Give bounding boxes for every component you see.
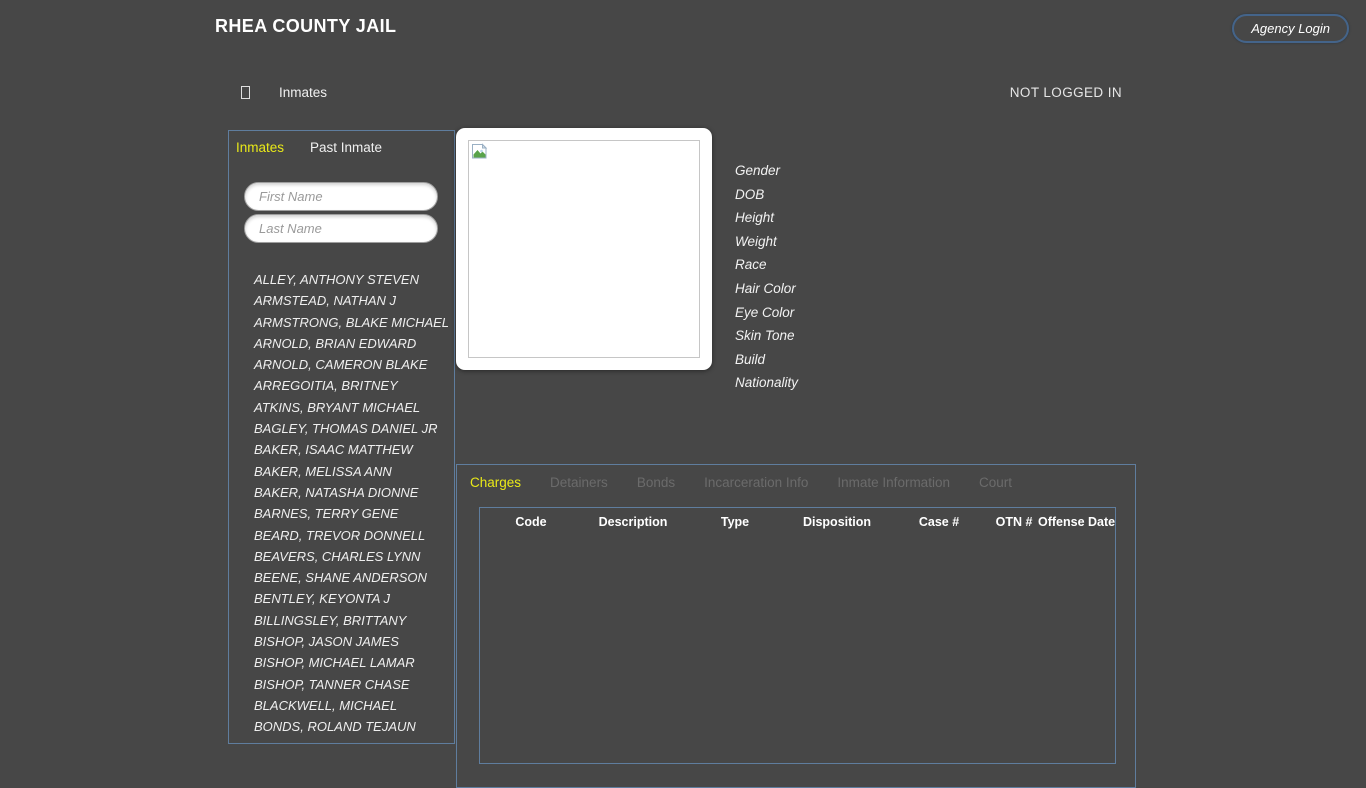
- inmate-attribute-label: Gender: [735, 159, 798, 183]
- inmate-detail-area: Gender DOB Height Weight Race Hair Color…: [456, 130, 1138, 788]
- inmate-list-item[interactable]: BAKER, ISAAC MATTHEW: [254, 439, 454, 460]
- inmate-list-item[interactable]: BEAVERS, CHARLES LYNN: [254, 546, 454, 567]
- nav-inmates-label: Inmates: [279, 85, 327, 100]
- inmate-attribute-label: Eye Color: [735, 301, 798, 325]
- main-content: Inmates Past Inmate ALLEY, ANTHONY STEVE…: [228, 130, 1138, 788]
- inmate-attribute-label: DOB: [735, 183, 798, 207]
- details-tabs: Charges Detainers Bonds Incarceration In…: [470, 475, 1116, 490]
- inmate-list: ALLEY, ANTHONY STEVEN ARMSTEAD, NATHAN J…: [254, 269, 454, 738]
- inmate-attribute-label: Skin Tone: [735, 324, 798, 348]
- nav-item-inmates[interactable]: Inmates: [241, 85, 327, 100]
- inmate-list-item[interactable]: ARNOLD, CAMERON BLAKE: [254, 354, 454, 375]
- inmate-photo-placeholder: [468, 140, 700, 358]
- inmate-list-item[interactable]: BAKER, MELISSA ANN: [254, 461, 454, 482]
- inmate-list-item[interactable]: BISHOP, MICHAEL LAMAR: [254, 652, 454, 673]
- inmate-details-panel: Charges Detainers Bonds Incarceration In…: [456, 464, 1136, 788]
- inmate-photo-card: [456, 128, 712, 370]
- inmate-attribute-labels: Gender DOB Height Weight Race Hair Color…: [735, 159, 798, 395]
- inmate-attribute-label: Weight: [735, 230, 798, 254]
- search-fields: [244, 182, 438, 243]
- charges-table: Code Description Type Disposition Case #…: [479, 507, 1116, 764]
- inmate-attribute-label: Hair Color: [735, 277, 798, 301]
- inmate-list-item[interactable]: ARMSTEAD, NATHAN J: [254, 290, 454, 311]
- charges-column-header: Code: [480, 515, 582, 529]
- first-name-input[interactable]: [244, 182, 438, 211]
- inmate-list-item[interactable]: BLACKWELL, MICHAEL: [254, 695, 454, 716]
- inmate-list-item[interactable]: ARNOLD, BRIAN EDWARD: [254, 333, 454, 354]
- inmate-search-panel: Inmates Past Inmate ALLEY, ANTHONY STEVE…: [228, 130, 455, 744]
- nav-bar: Inmates NOT LOGGED IN: [228, 80, 1138, 104]
- charges-column-header: Disposition: [786, 515, 888, 529]
- inmate-list-item[interactable]: BAGLEY, THOMAS DANIEL JR: [254, 418, 454, 439]
- inmate-list-item[interactable]: BENTLEY, KEYONTA J: [254, 588, 454, 609]
- agency-login-button[interactable]: Agency Login: [1232, 14, 1349, 43]
- inmate-list-item[interactable]: BAKER, NATASHA DIONNE: [254, 482, 454, 503]
- details-tab[interactable]: Incarceration Info: [704, 475, 808, 490]
- last-name-input[interactable]: [244, 214, 438, 243]
- inmate-list-item[interactable]: BONDS, ROLAND TEJAUN: [254, 716, 454, 737]
- details-tab[interactable]: Detainers: [550, 475, 608, 490]
- inmate-list-item[interactable]: BISHOP, TANNER CHASE: [254, 674, 454, 695]
- inmate-list-item[interactable]: BILLINGSLEY, BRITTANY: [254, 610, 454, 631]
- inmate-list-item[interactable]: BEARD, TREVOR DONNELL: [254, 525, 454, 546]
- details-tab[interactable]: Inmate Information: [837, 475, 950, 490]
- inmate-list-item[interactable]: ATKINS, BRYANT MICHAEL: [254, 397, 454, 418]
- broken-image-icon: [471, 143, 488, 160]
- inmate-list-item[interactable]: BARNES, TERRY GENE: [254, 503, 454, 524]
- photo-row: Gender DOB Height Weight Race Hair Color…: [456, 128, 1138, 395]
- roster-tab[interactable]: Inmates: [236, 140, 284, 155]
- roster-tab[interactable]: Past Inmate: [310, 140, 382, 155]
- inmate-list-item[interactable]: ARREGOITIA, BRITNEY: [254, 375, 454, 396]
- charges-column-header: Case #: [888, 515, 990, 529]
- details-tab[interactable]: Court: [979, 475, 1012, 490]
- inmate-list-item[interactable]: BEENE, SHANE ANDERSON: [254, 567, 454, 588]
- details-tab[interactable]: Charges: [470, 475, 521, 490]
- inmate-list-item[interactable]: ALLEY, ANTHONY STEVEN: [254, 269, 454, 290]
- charges-column-header: Description: [582, 515, 684, 529]
- inmate-attribute-label: Height: [735, 206, 798, 230]
- charges-column-header: Offense Date: [1038, 515, 1115, 529]
- charges-table-header: Code Description Type Disposition Case #…: [480, 508, 1115, 529]
- header: RHEA COUNTY JAIL Agency Login: [0, 0, 1366, 60]
- charges-column-header: Type: [684, 515, 786, 529]
- inmate-list-item[interactable]: ARMSTRONG, BLAKE MICHAEL: [254, 312, 454, 333]
- details-tab[interactable]: Bonds: [637, 475, 675, 490]
- inmate-attribute-label: Race: [735, 253, 798, 277]
- charges-column-header: OTN #: [990, 515, 1038, 529]
- roster-tabs: Inmates Past Inmate: [236, 140, 454, 155]
- page-title: RHEA COUNTY JAIL: [215, 16, 396, 37]
- missing-glyph-icon: [241, 86, 250, 99]
- inmate-attribute-label: Nationality: [735, 371, 798, 395]
- login-status-text: NOT LOGGED IN: [1010, 85, 1122, 100]
- inmate-attribute-label: Build: [735, 348, 798, 372]
- inmate-list-item[interactable]: BISHOP, JASON JAMES: [254, 631, 454, 652]
